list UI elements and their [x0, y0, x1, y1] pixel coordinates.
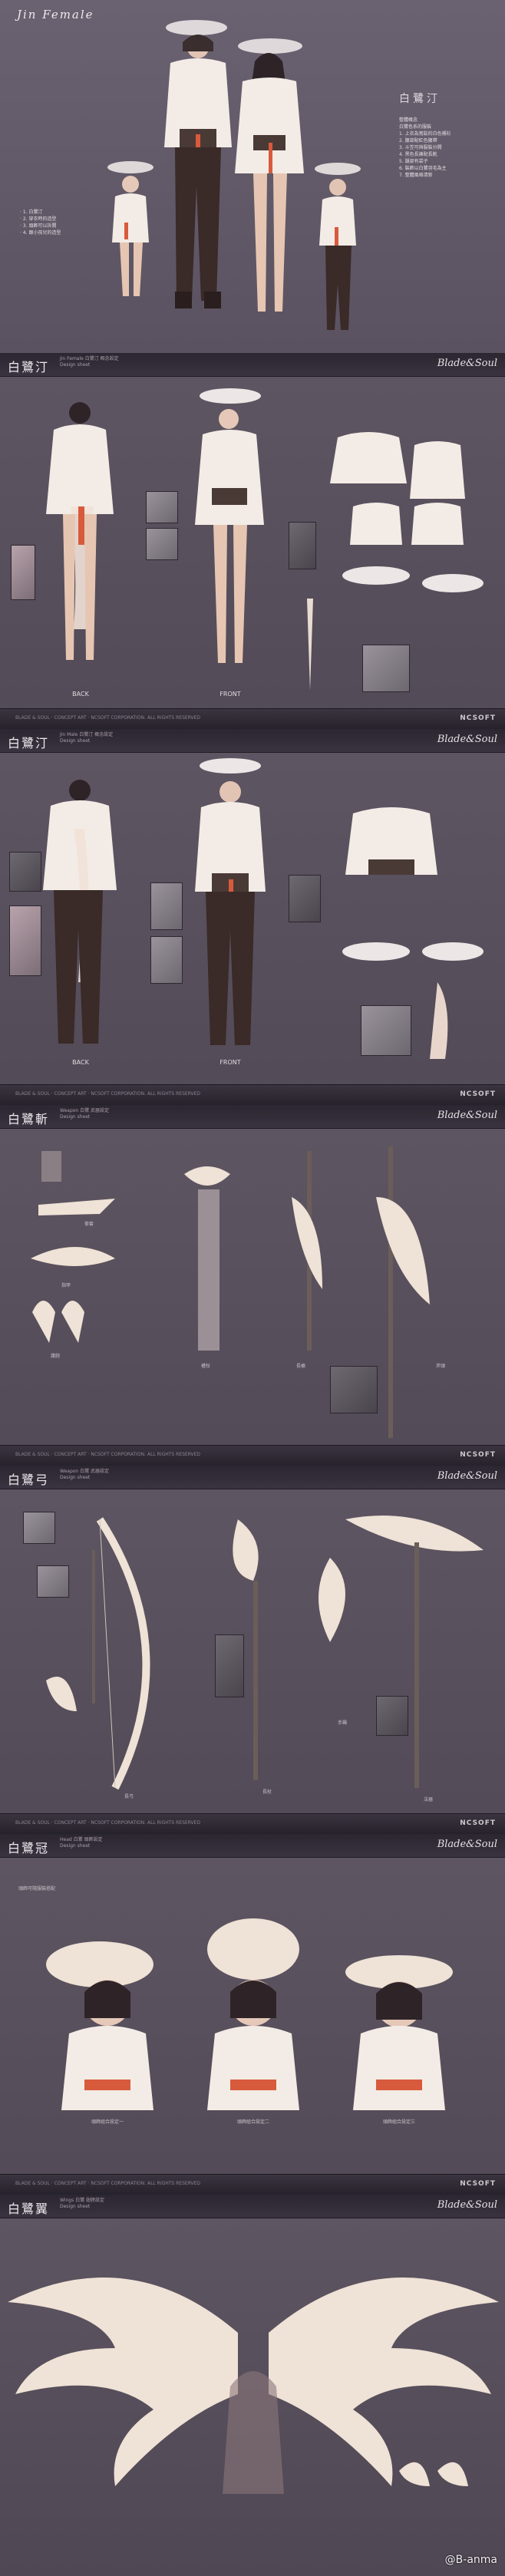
headwear-label: 頭飾組合設定一	[91, 2119, 124, 2125]
weapon-thumb	[23, 1512, 55, 1544]
detail-thumb	[9, 905, 41, 976]
watermark: @B-anma	[444, 2554, 497, 2566]
front-label: FRONT	[219, 1059, 241, 1066]
detail-thumb	[146, 528, 178, 560]
character-lineup	[107, 20, 361, 330]
weapon-drawings	[31, 1146, 430, 1438]
front-label: FRONT	[219, 691, 241, 698]
sheet-footer: BLADE & SOUL · CONCEPT ART · NCSOFT CORP…	[0, 1813, 505, 1834]
female-turnaround	[46, 388, 484, 691]
sheet-footer: BLADE & SOUL · CONCEPT ART · NCSOFT CORP…	[0, 2174, 505, 2195]
weapon-thumb	[37, 1565, 69, 1598]
weapon-label: 拳套	[84, 1222, 94, 1227]
weapon-label: 長杖	[262, 1789, 272, 1795]
weapon-label: 護腕	[51, 1354, 61, 1359]
detail-thumb	[289, 875, 321, 922]
back-label: BACK	[72, 1059, 89, 1066]
detail-thumb	[362, 645, 410, 692]
sheet-male-detail: 白鷺汀 Jin Male 白鷺汀 概念設定 Design sheet Blade&…	[0, 729, 505, 1105]
wings-drawing	[8, 2278, 499, 2494]
detail-thumb	[289, 522, 316, 569]
weapon-label: 法器	[424, 1797, 434, 1803]
headwear-label: 頭飾組合設定三	[382, 2119, 415, 2125]
bow-staff-drawings	[46, 1516, 484, 1790]
sheet-wings: 白鷺翼 Wings 白鷺 翅膀設定 Design sheet Blade&Soul	[0, 2195, 505, 2576]
weapon-label: 長弓	[124, 1794, 134, 1799]
female-figure	[235, 38, 304, 312]
child-figure-right	[315, 163, 361, 330]
detail-thumb	[150, 936, 183, 984]
sheet-weapons-ranged: 白鷺弓 Weapon 白鷺 武器設定 Design sheet Blade&Sou…	[0, 1466, 505, 1834]
sheet-headwear: 白鷺冠 Head 白鷺 頭飾設定 Design sheet Blade&Soul …	[0, 1834, 505, 2195]
sheet-weapons-melee: 白鷺斬 Weapon 白鷺 武器設定 Design sheet Blade&Sou…	[0, 1105, 505, 1466]
sheet-lineup: Jin Female 白鷺汀 · 1. 白鷺汀 · 2. 穿衣時的造型 · 3.…	[0, 0, 505, 353]
sheet-footer: BLADE & SOUL · CONCEPT ART · NCSOFT CORP…	[0, 708, 505, 729]
weapon-thumb	[215, 1634, 244, 1697]
male-turnaround	[43, 758, 484, 1059]
detail-thumb	[150, 882, 183, 930]
sheet-footer: BLADE & SOUL · CONCEPT ART · NCSOFT CORP…	[0, 1084, 505, 1105]
weapon-thumb	[376, 1696, 408, 1736]
male-figure	[164, 20, 232, 308]
weapon-label: 手鐲	[338, 1720, 348, 1726]
weapon-label: 長槍	[296, 1364, 306, 1369]
weapon-label: 斧頭	[436, 1364, 446, 1369]
headwear-busts	[46, 1918, 453, 2110]
weapon-thumb	[330, 1366, 378, 1413]
detail-thumb	[146, 491, 178, 523]
detail-thumb	[9, 852, 41, 892]
child-figure-left	[107, 161, 153, 296]
sheet-female-detail: 白鷺汀 Jin Female 白鷺汀 概念設定 Design sheet Blad…	[0, 353, 505, 729]
back-label: BACK	[72, 691, 89, 698]
weapon-label: 指甲	[61, 1283, 71, 1288]
sheet-footer: BLADE & SOUL · CONCEPT ART · NCSOFT CORP…	[0, 1445, 505, 1466]
headwear-label: 頭飾組合設定二	[236, 2119, 269, 2125]
weapon-label: 權杖	[201, 1364, 211, 1369]
detail-thumb	[11, 545, 35, 600]
detail-thumb	[361, 1005, 411, 1056]
